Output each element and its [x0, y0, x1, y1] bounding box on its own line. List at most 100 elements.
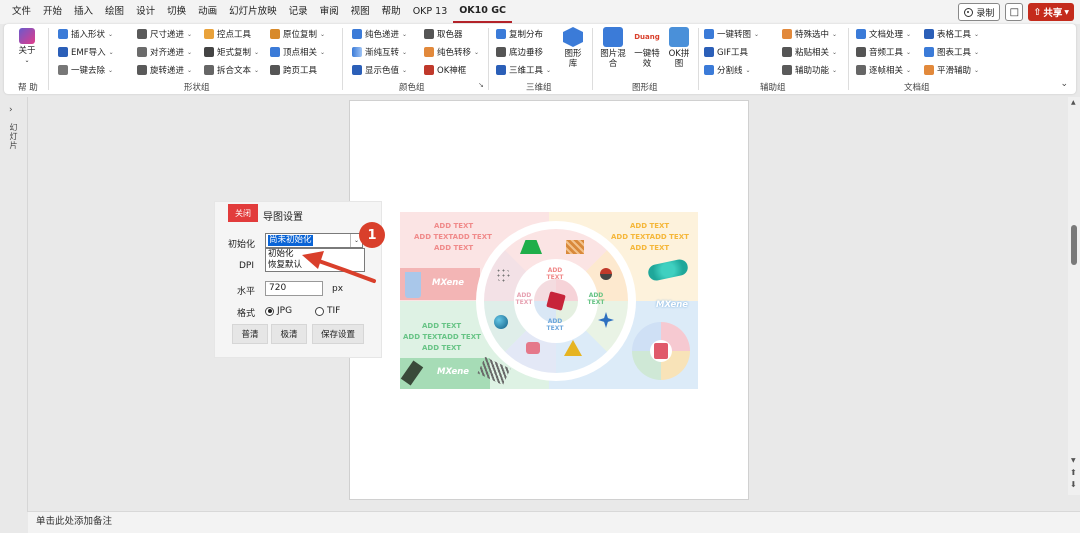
infographic-image[interactable]: ADD TEXT ADD TEXTADD TEXT ADD TEXT ADD T… — [400, 212, 698, 389]
radio-selected-icon — [265, 306, 274, 316]
emf-import-button[interactable]: EMF导入 ⌄ — [58, 45, 114, 59]
tab-view[interactable]: 视图 — [345, 0, 376, 24]
bl-text-3: ADD TEXT — [422, 344, 462, 352]
chevron-down-icon: ⌄ — [320, 30, 326, 38]
align-step-button[interactable]: 对齐递进 ⌄ — [137, 45, 192, 59]
solid-color-step-button[interactable]: 纯色递进 ⌄ — [352, 27, 407, 41]
tab-record[interactable]: 记录 — [283, 0, 314, 24]
tab-slideshow[interactable]: 幻灯片放映 — [223, 0, 283, 24]
image-blend-button[interactable]: 图片混合 — [598, 27, 628, 69]
tools-icon — [782, 65, 792, 75]
handle-tool-button[interactable]: 控点工具 — [204, 27, 251, 41]
notes-pane[interactable]: 单击此处添加备注 — [28, 511, 1080, 533]
tab-draw[interactable]: 绘图 — [99, 0, 130, 24]
rotate-step-button[interactable]: 旋转递进 ⌄ — [137, 63, 192, 77]
one-click-image-button[interactable]: 一键转图 ⌄ — [704, 27, 759, 41]
chart-tools-button[interactable]: 图表工具 ⌄ — [924, 45, 979, 59]
gradient-swap-button[interactable]: 渐纯互转 ⌄ — [352, 45, 407, 59]
tab-help[interactable]: 帮助 — [376, 0, 407, 24]
one-click-effect-button[interactable]: Duang 一键特效 — [632, 27, 662, 69]
tl-text-1: ADD TEXT — [434, 222, 474, 230]
tab-home[interactable]: 开始 — [37, 0, 68, 24]
frame-icon — [424, 65, 434, 75]
color-picker-button[interactable]: 取色器 — [424, 27, 463, 41]
collapse-ribbon-icon[interactable]: ⌄ — [1060, 79, 1068, 89]
record-label: 录制 — [976, 8, 995, 19]
group-label-3d: 三维组 — [526, 83, 552, 93]
chevron-down-icon: ⌄ — [974, 48, 980, 56]
doc-process-button[interactable]: 文档处理 ⌄ — [856, 27, 911, 41]
annotation-arrow — [302, 251, 376, 283]
tab-insert[interactable]: 插入 — [68, 0, 99, 24]
molecule-icon — [496, 268, 510, 282]
page-down-icon[interactable]: ⬇ — [1070, 480, 1077, 489]
eyedropper-icon — [424, 29, 434, 39]
save-settings-button[interactable]: 保存设置 — [312, 324, 364, 344]
table-tools-button[interactable]: 表格工具 ⌄ — [924, 27, 979, 41]
shape-library-button[interactable]: 图形库 — [562, 27, 584, 69]
vertex-button[interactable]: 顶点相关 ⌄ — [270, 45, 325, 59]
bottom-shift-button[interactable]: 底边垂移 — [496, 45, 543, 59]
ok-frame-button[interactable]: OK神框 — [424, 63, 466, 77]
vertical-scrollbar[interactable]: ▲ ▼ ⬆ ⬇ — [1068, 97, 1080, 495]
chevron-down-icon: ⌄ — [546, 66, 552, 74]
paste-related-button[interactable]: 粘贴相关 ⌄ — [782, 45, 837, 59]
aux-functions-button[interactable]: 辅助功能 ⌄ — [782, 63, 837, 77]
align-icon — [137, 47, 147, 57]
matrix-copy-button[interactable]: 矩式复制 ⌄ — [204, 45, 259, 59]
tr-text-2: ADD TEXTADD TEXT — [611, 233, 689, 241]
format-jpg-label: JPG — [277, 306, 293, 316]
cube-icon — [496, 65, 506, 75]
in-place-copy-button[interactable]: 原位复制 ⌄ — [270, 27, 325, 41]
segment-text-left: ADD TEXT — [515, 292, 533, 306]
color-transfer-button[interactable]: 纯色转移 ⌄ — [424, 45, 479, 59]
tab-design[interactable]: 设计 — [130, 0, 161, 24]
tab-transitions[interactable]: 切换 — [161, 0, 192, 24]
gif-tools-button[interactable]: GIF工具 — [704, 45, 748, 59]
scrollbar-thumb[interactable] — [1071, 225, 1077, 265]
copy-distribute-button[interactable]: 复制分布 — [496, 27, 543, 41]
split-text-button[interactable]: 拆合文本 ⌄ — [204, 63, 259, 77]
comments-button[interactable]: □ — [1005, 3, 1024, 21]
ultra-quality-button[interactable]: 极清 — [271, 324, 307, 344]
duang-icon: Duang — [634, 33, 660, 41]
tab-review[interactable]: 审阅 — [314, 0, 345, 24]
format-radio-tif[interactable]: TIF — [315, 306, 340, 316]
ok-puzzle-button[interactable]: OK拼图 — [666, 27, 692, 69]
one-click-remove-button[interactable]: 一键去除 ⌄ — [58, 63, 113, 77]
3d-tools-button[interactable]: 三维工具 ⌄ — [496, 63, 551, 77]
tab-okp13[interactable]: OKP 13 — [407, 0, 454, 24]
group-divider — [698, 28, 699, 90]
smooth-aux-button[interactable]: 平滑辅助 ⌄ — [924, 63, 979, 77]
divider-line-button[interactable]: 分割线 ⌄ — [704, 63, 751, 77]
dialog-launcher-icon[interactable]: ↘ — [478, 81, 484, 89]
cross-page-button[interactable]: 跨页工具 — [270, 63, 317, 77]
emf-icon — [58, 47, 68, 57]
share-button[interactable]: ⇧ 共享 ▼ — [1028, 3, 1074, 21]
special-select-button[interactable]: 特殊选中 ⌄ — [782, 27, 837, 41]
chevron-down-icon: ⌄ — [187, 66, 193, 74]
tab-file[interactable]: 文件 — [6, 0, 37, 24]
menubar-actions: 录制 □ ⇧ 共享 ▼ — [958, 3, 1074, 21]
chevron-right-icon[interactable]: › — [9, 105, 13, 115]
close-button[interactable]: 关闭 — [228, 204, 258, 222]
about-button[interactable]: 关于 ⌄ — [14, 28, 40, 66]
format-radio-jpg[interactable]: JPG — [265, 306, 292, 316]
show-color-value-button[interactable]: 显示色值 ⌄ — [352, 63, 407, 77]
page-up-icon[interactable]: ⬆ — [1070, 468, 1077, 477]
scroll-down-icon[interactable]: ▼ — [1071, 457, 1076, 464]
mxene-label-blue: MXene — [656, 300, 689, 310]
normal-quality-button[interactable]: 普清 — [232, 324, 268, 344]
scroll-up-icon[interactable]: ▲ — [1071, 99, 1076, 106]
insert-shape-button[interactable]: 插入形状 ⌄ — [58, 27, 113, 41]
frame-related-button[interactable]: 逐帧相关 ⌄ — [856, 63, 911, 77]
chevron-down-icon: ⌄ — [187, 48, 193, 56]
tab-animations[interactable]: 动画 — [192, 0, 223, 24]
audio-tools-button[interactable]: 音频工具 ⌄ — [856, 45, 911, 59]
bl-text-2: ADD TEXTADD TEXT — [403, 333, 481, 341]
chevron-down-icon: ⌄ — [402, 66, 408, 74]
rgb-icon — [352, 65, 362, 75]
size-step-button[interactable]: 尺寸递进 ⌄ — [137, 27, 192, 41]
tab-ok10gc[interactable]: OK10 GC — [453, 1, 512, 23]
record-button[interactable]: 录制 — [958, 3, 1001, 21]
